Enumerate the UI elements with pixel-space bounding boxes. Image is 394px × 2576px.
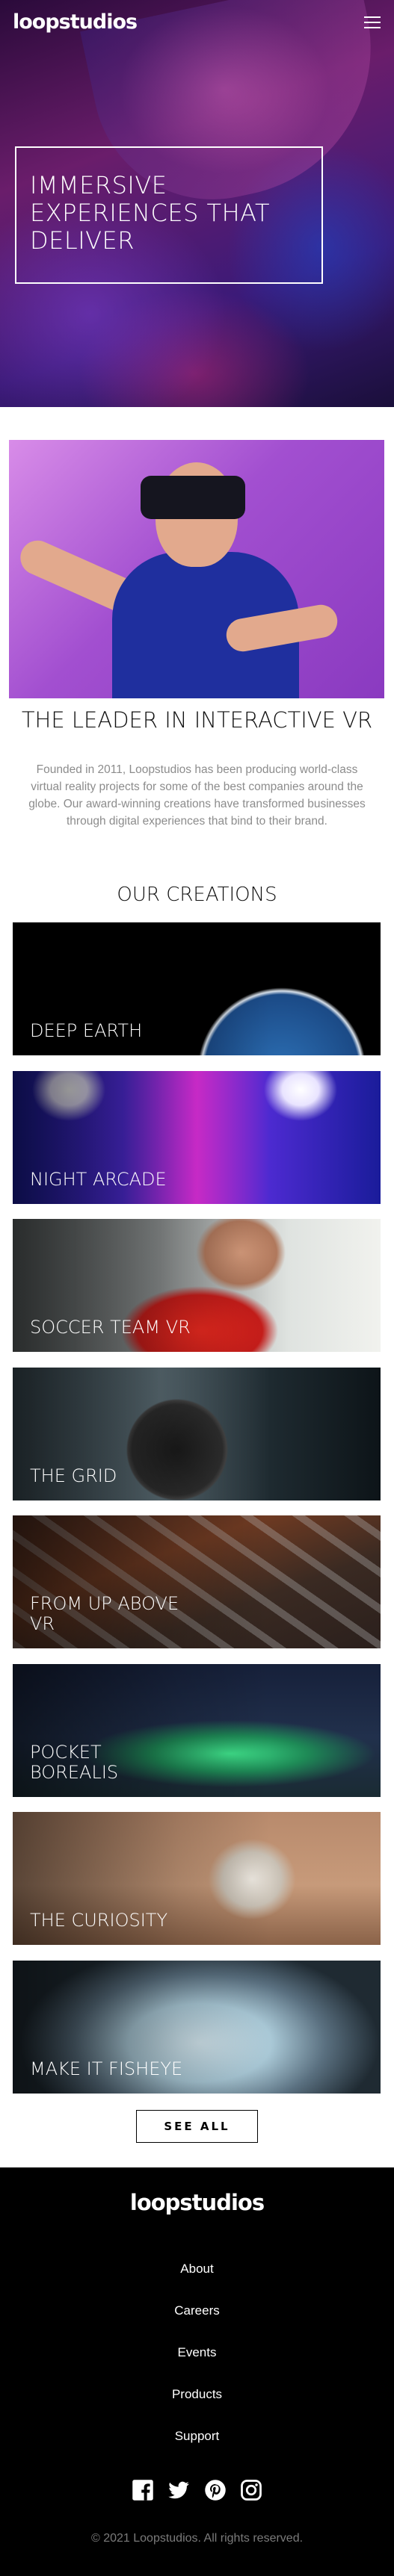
intro-title: The leader in interactive VR — [21, 707, 373, 733]
creation-card-soccer-team-vr[interactable]: Soccer team VR — [13, 1219, 381, 1352]
footer-logo[interactable]: loopstudios — [0, 2190, 394, 2215]
creation-card-make-it-fisheye[interactable]: Make it fisheye — [13, 1961, 381, 2094]
footer-link-about[interactable]: About — [0, 2260, 394, 2302]
copyright-text: © 2021 Loopstudios. All rights reserved. — [90, 2532, 304, 2545]
creation-label: Soccer team VR — [30, 1317, 191, 1338]
footer-link-support[interactable]: Support — [0, 2427, 394, 2469]
creation-label: Night arcade — [30, 1169, 167, 1190]
facebook-icon[interactable] — [132, 2479, 154, 2501]
intro-vr-image — [9, 440, 384, 698]
hero-headline: Immersive experiences that deliver — [30, 171, 271, 255]
footer-link-products[interactable]: Products — [0, 2386, 394, 2427]
hero-section: loopstudios Immersive experiences that d… — [0, 0, 394, 407]
creation-card-from-up-above-vr[interactable]: From up above VR — [13, 1515, 381, 1648]
social-links — [132, 2478, 262, 2502]
footer-nav: About Careers Events Products Support — [0, 2260, 394, 2469]
creation-card-pocket-borealis[interactable]: Pocket borealis — [13, 1664, 381, 1797]
site-logo[interactable]: loopstudios — [13, 10, 138, 34]
twitter-icon[interactable] — [167, 2479, 190, 2501]
creation-card-deep-earth[interactable]: Deep earth — [13, 922, 381, 1055]
creation-label: Make it fisheye — [30, 2058, 183, 2079]
creation-label: The grid — [30, 1465, 117, 1486]
creation-label: Pocket borealis — [30, 1742, 119, 1783]
intro-text: Founded in 2011, Loopstudios has been pr… — [28, 763, 366, 828]
instagram-icon[interactable] — [240, 2479, 262, 2501]
creation-label: The curiosity — [30, 1910, 168, 1931]
footer-link-careers[interactable]: Careers — [0, 2302, 394, 2344]
creation-card-the-curiosity[interactable]: The curiosity — [13, 1812, 381, 1945]
hero-headline-box: Immersive experiences that deliver — [15, 146, 323, 284]
creation-card-the-grid[interactable]: The grid — [13, 1368, 381, 1500]
see-all-button[interactable]: See all — [136, 2110, 258, 2143]
pinterest-icon[interactable] — [204, 2479, 227, 2501]
creation-label: From up above VR — [30, 1593, 179, 1634]
creations-title: Our creations — [117, 884, 277, 906]
footer: loopstudios About Careers Events Product… — [0, 2167, 394, 2576]
hamburger-menu-icon[interactable] — [364, 16, 381, 28]
creation-card-night-arcade[interactable]: Night arcade — [13, 1071, 381, 1204]
creation-label: Deep earth — [30, 1020, 143, 1041]
footer-link-events[interactable]: Events — [0, 2344, 394, 2386]
